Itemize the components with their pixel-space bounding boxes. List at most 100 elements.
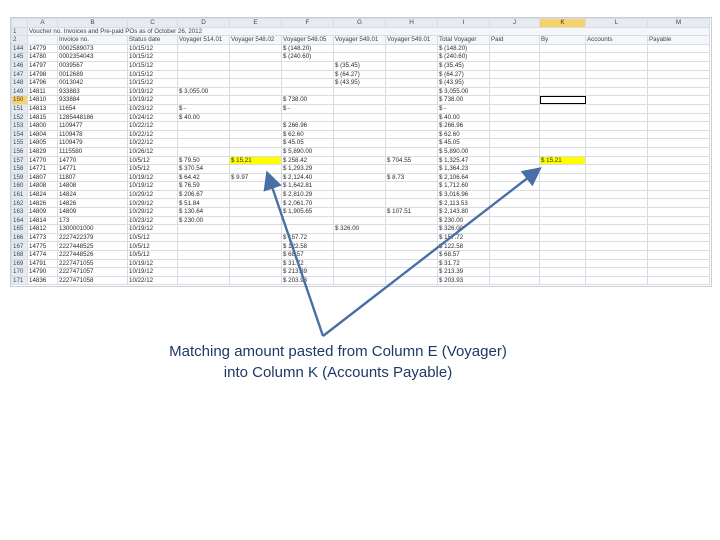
spreadsheet-view[interactable]: ABCDEFGHIJKLM 1 Voucher no. Invoices and … <box>10 17 712 287</box>
paid-cell[interactable] <box>489 241 540 252</box>
voyager-514-cell[interactable] <box>177 250 230 260</box>
voyager-549-cell[interactable] <box>333 258 386 269</box>
voyager-514-cell[interactable]: $ 64.42 <box>177 172 230 183</box>
voyager-514-cell[interactable]: $ 370.54 <box>177 164 230 174</box>
row-header[interactable]: 161 <box>11 189 28 200</box>
voyager-549-cell[interactable] <box>333 95 386 105</box>
status-date-cell[interactable]: 10/22/12 <box>127 129 178 140</box>
paid-cell[interactable] <box>489 275 540 286</box>
paid-cell[interactable] <box>489 207 540 217</box>
total-voyager-cell[interactable]: $ (240.60) <box>437 52 490 62</box>
voyager-514-cell[interactable] <box>177 232 230 243</box>
accounts-payable-by-cell[interactable]: $ 15.21 <box>539 155 586 166</box>
voyager-549-cell[interactable] <box>333 250 386 260</box>
voyager-549-cell[interactable] <box>333 275 386 286</box>
sheet-title-cell[interactable]: Voucher no. Invoices and Pre-paid POs as… <box>27 26 710 37</box>
accounts-cell[interactable] <box>585 189 648 200</box>
total-voyager-cell[interactable]: $ 266.96 <box>437 121 490 131</box>
row-header[interactable]: 150 <box>11 95 28 105</box>
row-header[interactable]: 145 <box>11 52 28 62</box>
voyager-548-02-cell[interactable] <box>229 86 282 97</box>
accounts-cell[interactable] <box>585 43 648 54</box>
column-label-cell[interactable]: Voyager 549.01 <box>385 35 438 45</box>
voyager-548-02-cell[interactable]: $ 9.97 <box>229 172 282 183</box>
voyager-549-cell[interactable] <box>333 241 386 252</box>
voyager-548-02-cell[interactable] <box>229 43 282 54</box>
accounts-payable-by-cell[interactable] <box>539 241 586 252</box>
accounts-payable-by-cell[interactable] <box>539 181 586 191</box>
voyager-514-cell[interactable] <box>177 60 230 71</box>
accounts-payable-by-cell[interactable] <box>539 103 586 114</box>
total-voyager-cell[interactable]: $ - <box>437 103 490 114</box>
voyager-548-02-cell[interactable] <box>229 189 282 200</box>
payable-cell[interactable] <box>647 207 710 217</box>
voucher-cell[interactable]: 14774 <box>27 250 58 260</box>
accounts-payable-by-cell[interactable] <box>539 258 586 269</box>
status-date-cell[interactable]: 10/23/12 <box>127 215 178 226</box>
payable-cell[interactable] <box>647 172 710 183</box>
voyager-514-cell[interactable]: $ 51.84 <box>177 198 230 209</box>
row-header[interactable]: 164 <box>11 215 28 226</box>
column-header-g[interactable]: G <box>333 18 386 28</box>
voyager-548-02-cell[interactable] <box>229 78 282 88</box>
voyager-548-05-cell[interactable]: $ 2,124.40 <box>281 172 334 183</box>
status-date-cell[interactable]: 10/19/12 <box>127 95 178 105</box>
voyager-548-02-cell[interactable] <box>229 121 282 131</box>
invoice-cell[interactable]: 173 <box>57 215 128 226</box>
accounts-cell[interactable] <box>585 95 648 105</box>
payable-cell[interactable] <box>647 164 710 174</box>
payable-cell[interactable] <box>647 69 710 80</box>
row-header[interactable]: 171 <box>11 275 28 286</box>
row-header[interactable]: 167 <box>11 241 28 252</box>
payable-cell[interactable] <box>647 241 710 252</box>
voucher-cell[interactable]: 14829 <box>27 146 58 157</box>
voyager-514-cell[interactable]: $ - <box>177 103 230 114</box>
voyager-548-05-cell[interactable] <box>281 69 334 80</box>
voyager-548-05-cell[interactable]: $ 203.93 <box>281 275 334 286</box>
row-header[interactable]: 166 <box>11 232 28 243</box>
accounts-payable-by-cell[interactable] <box>539 138 586 148</box>
status-date-cell[interactable]: 10/5/12 <box>127 164 178 174</box>
accounts-cell[interactable] <box>585 60 648 71</box>
accounts-cell[interactable] <box>585 275 648 286</box>
paid-cell[interactable] <box>489 52 540 62</box>
status-date-cell[interactable]: 10/19/12 <box>127 267 178 277</box>
voyager-549-01-cell[interactable] <box>385 241 438 252</box>
voucher-cell[interactable]: 14796 <box>27 78 58 88</box>
invoice-cell[interactable]: 11807 <box>57 172 128 183</box>
paid-cell[interactable] <box>489 250 540 260</box>
invoice-cell[interactable]: 933883 <box>57 86 128 97</box>
payable-cell[interactable] <box>647 232 710 243</box>
voucher-cell[interactable]: 14813 <box>27 103 58 114</box>
status-date-cell[interactable]: 10/15/12 <box>127 69 178 80</box>
total-voyager-cell[interactable]: $ 1,364.23 <box>437 164 490 174</box>
voyager-549-01-cell[interactable] <box>385 112 438 123</box>
column-label-cell[interactable]: Voyager 514.01 <box>177 35 230 45</box>
total-voyager-cell[interactable]: $ (35.45) <box>437 60 490 71</box>
status-date-cell[interactable]: 10/5/12 <box>127 232 178 243</box>
status-date-cell[interactable]: 10/23/12 <box>127 103 178 114</box>
payable-cell[interactable] <box>647 112 710 123</box>
invoice-cell[interactable]: 1285448186 <box>57 112 128 123</box>
voyager-548-02-cell[interactable]: $ 15.21 <box>229 155 282 166</box>
accounts-cell[interactable] <box>585 78 648 88</box>
voyager-548-05-cell[interactable]: $ 2,810.29 <box>281 189 334 200</box>
voyager-549-01-cell[interactable]: $ 704.55 <box>385 155 438 166</box>
voyager-549-01-cell[interactable] <box>385 121 438 131</box>
row-header[interactable]: 149 <box>11 86 28 97</box>
paid-cell[interactable] <box>489 138 540 148</box>
voyager-548-02-cell[interactable] <box>229 275 282 286</box>
voyager-548-05-cell[interactable]: $ 2,061.70 <box>281 198 334 209</box>
accounts-cell[interactable] <box>585 69 648 80</box>
voyager-548-05-cell[interactable]: $ 1,293.29 <box>281 164 334 174</box>
invoice-cell[interactable]: 11654 <box>57 103 128 114</box>
voyager-548-02-cell[interactable] <box>229 250 282 260</box>
invoice-cell[interactable]: 14809 <box>57 207 128 217</box>
voyager-514-cell[interactable] <box>177 121 230 131</box>
column-label-cell[interactable]: Voyager 548.02 <box>229 35 282 45</box>
invoice-cell[interactable]: 0002589073 <box>57 43 128 54</box>
accounts-payable-by-cell[interactable] <box>539 164 586 174</box>
voyager-549-cell[interactable] <box>333 267 386 277</box>
row-header[interactable]: 155 <box>11 138 28 148</box>
voyager-548-05-cell[interactable]: $ 157.72 <box>281 232 334 243</box>
